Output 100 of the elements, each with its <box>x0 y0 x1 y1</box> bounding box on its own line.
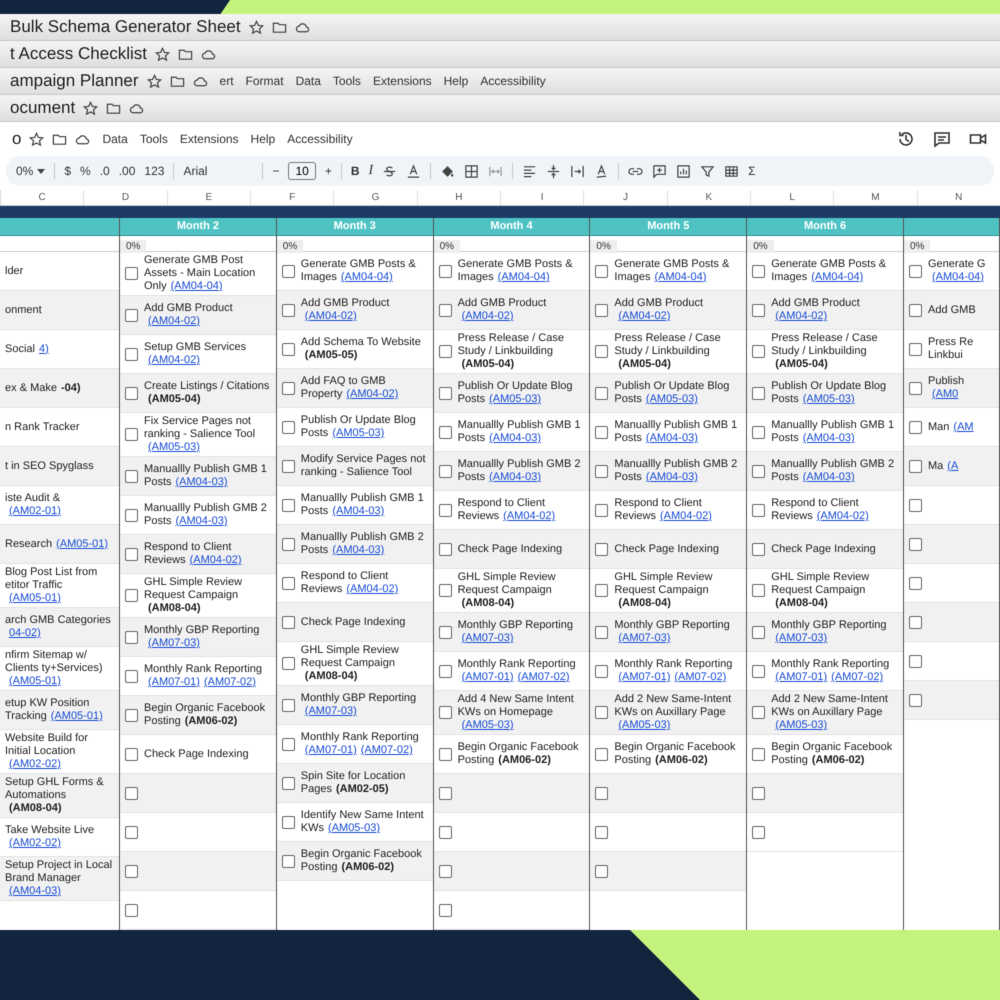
star-icon[interactable] <box>29 132 44 146</box>
menu-item[interactable]: Tools <box>140 132 168 146</box>
task-code-link[interactable]: (AM04-02) <box>148 354 200 367</box>
task-code-link[interactable]: (AM05-03) <box>618 719 670 732</box>
task-checkbox[interactable] <box>752 504 766 516</box>
task-code-link[interactable]: (AM04-02) <box>346 583 398 596</box>
strikethrough-icon[interactable] <box>382 164 398 178</box>
task-code-link[interactable]: (AM04-02) <box>660 510 712 523</box>
task-code-link[interactable]: (AM04-03) <box>176 515 228 528</box>
task-checkbox[interactable] <box>282 342 295 356</box>
task-code-link[interactable]: (AM04-03) <box>332 505 384 518</box>
task-checkbox[interactable] <box>909 382 922 394</box>
task-checkbox[interactable] <box>282 538 295 550</box>
task-checkbox[interactable] <box>282 382 295 394</box>
comment-icon[interactable] <box>932 129 952 149</box>
currency-format-button[interactable]: $ <box>64 164 72 178</box>
history-icon[interactable] <box>896 129 916 149</box>
task-checkbox[interactable] <box>595 504 608 516</box>
task-checkbox[interactable] <box>125 708 138 722</box>
task-checkbox[interactable] <box>595 664 608 678</box>
task-checkbox[interactable] <box>438 264 452 278</box>
table-view-icon[interactable] <box>724 164 740 178</box>
task-checkbox[interactable] <box>125 670 138 682</box>
menu-item[interactable]: Accessibility <box>287 132 353 146</box>
task-code-link[interactable]: (AM07-02) <box>518 671 570 684</box>
filter-icon[interactable] <box>700 164 716 178</box>
chart-icon[interactable] <box>676 164 692 178</box>
task-checkbox[interactable] <box>125 904 138 916</box>
task-code-link[interactable]: (AM04-04) <box>654 271 706 284</box>
task-checkbox[interactable] <box>909 498 922 512</box>
italic-button[interactable]: I <box>368 163 374 179</box>
task-checkbox[interactable] <box>752 664 766 678</box>
zoom-dropdown[interactable]: 0% <box>16 164 34 178</box>
task-checkbox[interactable] <box>595 426 608 438</box>
task-code-link[interactable]: 04-02) <box>9 627 41 640</box>
percent-format-button[interactable]: % <box>80 164 91 178</box>
task-checkbox[interactable] <box>752 542 766 556</box>
task-code-link[interactable]: (AM05-03) <box>489 393 542 406</box>
menu-item[interactable]: ert <box>220 74 234 88</box>
task-code-link[interactable]: (AM05-03) <box>332 427 384 440</box>
task-checkbox[interactable] <box>125 548 138 560</box>
increase-decimal-button[interactable]: .00 <box>118 164 136 178</box>
task-checkbox[interactable] <box>125 428 138 441</box>
task-checkbox[interactable] <box>909 576 922 590</box>
align-left-icon[interactable] <box>522 164 538 178</box>
task-code-link[interactable]: (AM04-04) <box>170 280 223 293</box>
task-code-link[interactable]: (AM04-03) <box>176 476 228 489</box>
column-header[interactable]: M <box>833 190 917 205</box>
task-code-link[interactable]: (AM04-03) <box>802 432 855 445</box>
task-code-link[interactable]: (AM04-03) <box>646 432 698 445</box>
folder-icon[interactable] <box>272 20 287 34</box>
task-code-link[interactable]: (AM04-03) <box>9 885 61 898</box>
column-header[interactable]: G <box>333 190 417 205</box>
task-code-link[interactable]: (AM04-03) <box>489 432 542 445</box>
menu-item[interactable]: Data <box>296 74 321 88</box>
bold-button[interactable]: B <box>350 164 360 178</box>
task-code-link[interactable]: (AM05-03) <box>462 719 514 732</box>
menu-item[interactable]: Help <box>444 74 468 88</box>
star-icon[interactable] <box>83 100 98 116</box>
menu-item[interactable]: Data <box>102 132 128 146</box>
task-code-link[interactable]: (AM07-03) <box>775 632 828 645</box>
task-checkbox[interactable] <box>282 498 295 512</box>
number-format-button[interactable]: 123 <box>144 164 164 178</box>
task-checkbox[interactable] <box>125 786 138 800</box>
task-checkbox[interactable] <box>438 706 452 719</box>
task-code-link[interactable]: (AM07-02) <box>204 676 256 689</box>
task-checkbox[interactable] <box>909 342 922 356</box>
task-checkbox[interactable] <box>438 786 452 800</box>
folder-icon[interactable] <box>170 74 185 88</box>
task-checkbox[interactable] <box>282 576 295 590</box>
task-code-link[interactable]: (AM04-04) <box>811 271 864 284</box>
menu-item[interactable]: Help <box>250 132 276 146</box>
task-code-link[interactable]: (AM07-03) <box>618 632 670 645</box>
task-checkbox[interactable] <box>438 626 452 638</box>
column-header[interactable]: I <box>500 190 584 205</box>
task-code-link[interactable]: (AM04-04) <box>498 271 550 284</box>
task-checkbox[interactable] <box>282 616 295 628</box>
task-code-link[interactable]: (AM0 <box>932 388 958 401</box>
task-checkbox[interactable] <box>595 826 608 838</box>
task-code-link[interactable]: (AM05-03) <box>148 441 200 454</box>
task-checkbox[interactable] <box>909 264 922 278</box>
paint-bucket-icon[interactable] <box>440 164 456 178</box>
task-code-link[interactable]: (AM05-01) <box>50 710 103 723</box>
menu-item[interactable]: Extensions <box>372 74 432 88</box>
folder-icon[interactable] <box>106 100 122 116</box>
task-checkbox[interactable] <box>595 464 608 478</box>
task-code-link[interactable]: (AM07-03) <box>462 632 514 645</box>
task-checkbox[interactable] <box>438 426 452 438</box>
task-checkbox[interactable] <box>752 386 766 400</box>
task-checkbox[interactable] <box>752 464 766 478</box>
task-checkbox[interactable] <box>125 348 138 360</box>
task-checkbox[interactable] <box>438 748 452 760</box>
font-dropdown[interactable]: Arial <box>183 164 254 178</box>
task-checkbox[interactable] <box>282 816 295 828</box>
task-code-link[interactable]: (AM05-03) <box>802 393 855 406</box>
task-code-link[interactable]: (AM07-01) <box>148 676 200 689</box>
task-checkbox[interactable] <box>909 304 922 316</box>
task-code-link[interactable]: (AM07-01) <box>304 744 357 757</box>
task-checkbox[interactable] <box>438 345 452 358</box>
star-icon[interactable] <box>146 74 162 88</box>
